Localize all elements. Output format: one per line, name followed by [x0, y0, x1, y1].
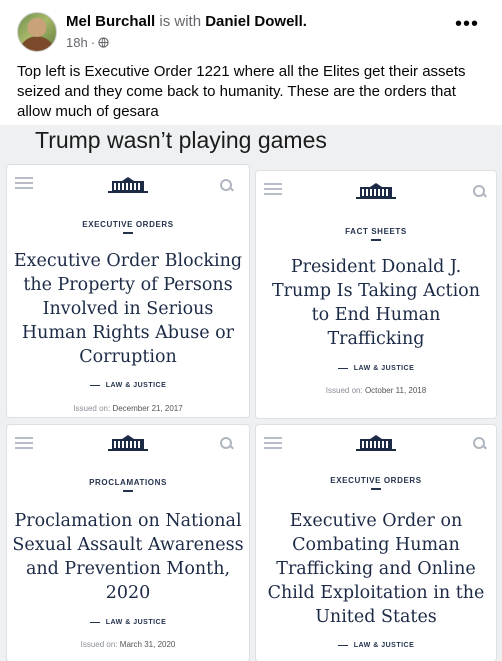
image-headline: Trump wasn’t playing games: [35, 127, 327, 153]
menu-icon: [15, 177, 33, 192]
card-tag: LAW & JUSTICE: [256, 642, 496, 649]
white-house-logo: [108, 435, 148, 451]
card-executive-order-2: EXECUTIVE ORDERS Executive Order on Comb…: [256, 425, 496, 661]
card-issued: Issued on: December 21, 2017: [73, 404, 183, 413]
menu-icon: [15, 437, 33, 452]
card-kicker: PROCLAMATIONS: [89, 478, 167, 487]
card-tag: LAW & JUSTICE: [7, 619, 249, 626]
post-caption: Top left is Executive Order 1221 where a…: [17, 63, 466, 120]
card-kicker: FACT SHEETS: [345, 227, 407, 236]
search-icon: [473, 437, 485, 449]
tagged-name[interactable]: Daniel Dowell.: [205, 13, 307, 30]
card-kicker: EXECUTIVE ORDERS: [330, 476, 422, 485]
kicker-rule: [123, 232, 133, 234]
author-name[interactable]: Mel Burchall: [66, 13, 155, 30]
author-line: Mel Burchall is with Daniel Dowell.: [66, 13, 307, 30]
card-kicker: EXECUTIVE ORDERS: [82, 220, 174, 229]
meta-separator: ·: [90, 35, 96, 50]
author-avatar[interactable]: [17, 12, 57, 52]
with-text: is with: [159, 13, 202, 30]
post-meta: 18h ·: [66, 35, 109, 50]
white-house-logo: [356, 435, 396, 451]
card-title: Proclamation on National Sexual Assault …: [12, 511, 244, 603]
globe-icon: [98, 37, 109, 48]
card-issued: Issued on: March 31, 2020: [80, 640, 176, 649]
card-title: President Donald J. Trump Is Taking Acti…: [272, 257, 480, 349]
card-proclamation: PROCLAMATIONS Proclamation on National S…: [7, 425, 249, 661]
card-tag: LAW & JUSTICE: [7, 382, 249, 389]
post-header: Mel Burchall is with Daniel Dowell. 18h …: [0, 0, 502, 58]
card-tag: LAW & JUSTICE: [256, 365, 496, 372]
kicker-rule: [371, 488, 381, 490]
post-time[interactable]: 18h: [66, 35, 88, 50]
menu-icon: [264, 183, 282, 198]
more-options-icon[interactable]: •••: [455, 14, 479, 34]
search-icon: [220, 179, 232, 191]
card-fact-sheet: FACT SHEETS President Donald J. Trump Is…: [256, 171, 496, 418]
post-image[interactable]: Trump wasn’t playing games EXECUTIVE ORD…: [0, 125, 502, 661]
card-issued: Issued on: October 11, 2018: [325, 386, 427, 395]
menu-icon: [264, 437, 282, 452]
white-house-logo: [108, 177, 148, 193]
white-house-logo: [356, 183, 396, 199]
search-icon: [473, 185, 485, 197]
kicker-rule: [123, 490, 133, 492]
card-executive-order-1: EXECUTIVE ORDERS Executive Order Blockin…: [7, 165, 249, 417]
search-icon: [220, 437, 232, 449]
card-title: Executive Order Blocking the Property of…: [13, 251, 243, 367]
card-title: Executive Order on Combating Human Traff…: [267, 511, 485, 627]
kicker-rule: [371, 239, 381, 241]
